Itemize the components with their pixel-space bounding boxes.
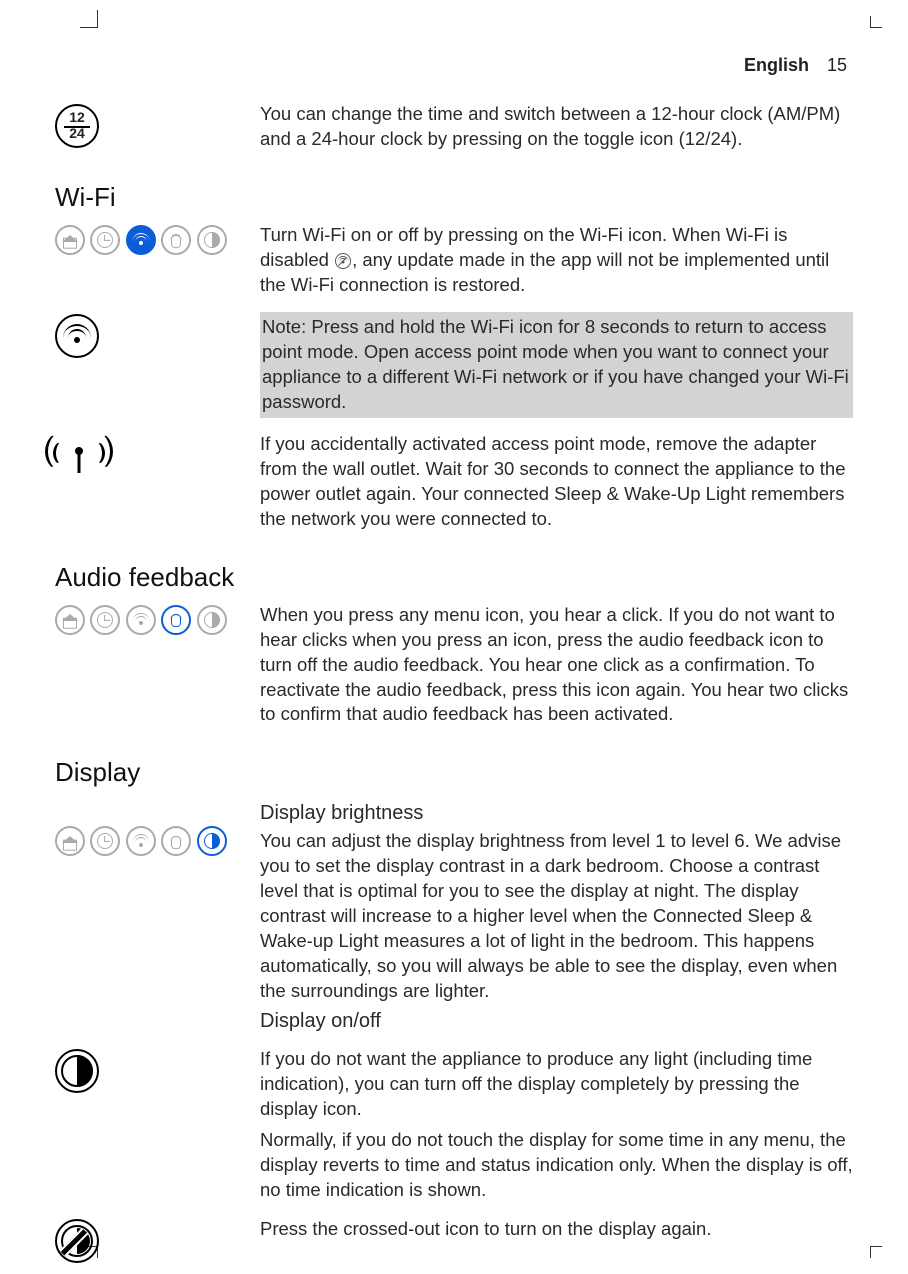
clock-description: You can change the time and switch betwe… xyxy=(260,102,853,152)
display-off-icon xyxy=(55,1219,99,1263)
wifi-icon xyxy=(126,225,156,255)
home-icon xyxy=(55,605,85,635)
wifi-note: Note: Press and hold the Wi-Fi icon for … xyxy=(260,312,853,418)
display-contrast-icon xyxy=(197,605,227,635)
home-icon xyxy=(55,826,85,856)
display-onoff-subheading: Display on/off xyxy=(260,1008,853,1035)
menu-icon-row-audio xyxy=(55,603,260,635)
display-contrast-icon xyxy=(197,225,227,255)
page-number: 15 xyxy=(827,55,847,76)
menu-icon-row-display xyxy=(55,798,260,856)
wifi-icon xyxy=(126,826,156,856)
touch-feedback-icon xyxy=(161,225,191,255)
wifi-icon xyxy=(126,605,156,635)
wifi-disabled-icon xyxy=(335,253,351,269)
crop-mark xyxy=(80,10,98,28)
display-contrast-icon xyxy=(197,826,227,856)
display-on-icon xyxy=(55,1049,99,1093)
touch-feedback-icon xyxy=(161,826,191,856)
wifi-paragraph-2: If you accidentally activated access poi… xyxy=(260,432,853,532)
page-header: English 15 xyxy=(55,55,847,76)
touch-feedback-icon xyxy=(161,605,191,635)
language-label: English xyxy=(744,55,809,76)
crop-mark xyxy=(870,10,888,28)
crop-mark xyxy=(870,1246,888,1264)
display-onoff-p1: If you do not want the appliance to prod… xyxy=(260,1047,853,1122)
clock-12-24-icon: 12 24 xyxy=(55,104,99,148)
access-point-icon xyxy=(55,434,103,478)
wifi-heading: Wi-Fi xyxy=(55,182,853,213)
wifi-large-icon xyxy=(55,314,99,358)
manual-page: English 15 12 24 You can change the time… xyxy=(0,0,908,1274)
clock-icon xyxy=(90,826,120,856)
display-brightness-subheading: Display brightness xyxy=(260,800,853,827)
display-heading: Display xyxy=(55,757,853,788)
wifi-paragraph-1: Turn Wi-Fi on or off by pressing on the … xyxy=(260,223,853,298)
menu-icon-row-wifi xyxy=(55,223,260,255)
audio-paragraph: When you press any menu icon, you hear a… xyxy=(260,603,853,728)
clock-icon xyxy=(90,225,120,255)
home-icon xyxy=(55,225,85,255)
clock-icon xyxy=(90,605,120,635)
display-onoff-p3: Press the crossed-out icon to turn on th… xyxy=(260,1217,853,1242)
display-brightness-paragraph: You can adjust the display brightness fr… xyxy=(260,829,853,1004)
display-onoff-p2: Normally, if you do not touch the displa… xyxy=(260,1128,853,1203)
icon-text-24: 24 xyxy=(57,126,97,141)
audio-heading: Audio feedback xyxy=(55,562,853,593)
